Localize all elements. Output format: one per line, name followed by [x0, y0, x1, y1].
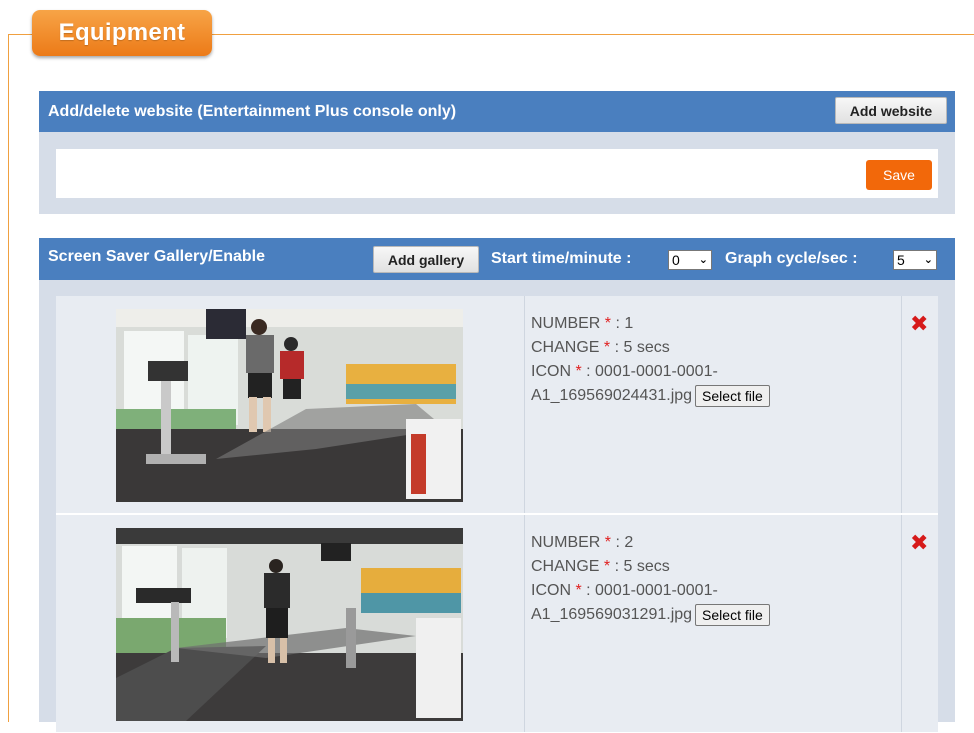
add-website-button[interactable]: Add website — [835, 97, 947, 124]
website-panel-header: Add/delete website (Entertainment Plus c… — [39, 91, 955, 132]
number-line: NUMBER * : 2 — [531, 534, 634, 551]
start-time-label: Start time/minute : — [491, 250, 632, 267]
gallery-panel: Screen Saver Gallery/Enable Add gallery … — [39, 238, 955, 733]
required-marker: * — [604, 315, 612, 332]
graph-cycle-value: 5 — [897, 252, 905, 268]
graph-cycle-select[interactable]: 5 ⌄ — [893, 250, 937, 270]
required-marker: * — [575, 363, 582, 380]
save-button[interactable]: Save — [866, 160, 932, 190]
gallery-panel-title: Screen Saver Gallery/Enable — [48, 248, 266, 265]
website-panel-title: Add/delete website (Entertainment Plus c… — [48, 102, 457, 120]
icon-label: ICON — [531, 363, 571, 380]
close-icon[interactable]: ✖ — [910, 313, 930, 335]
fieldset-border-left — [8, 34, 9, 722]
required-marker: * — [575, 582, 582, 599]
icon-line: ICON * : 0001-0001-0001- — [531, 363, 718, 380]
select-file-button[interactable]: Select file — [695, 603, 770, 626]
image-cell — [56, 515, 525, 732]
icon-file-line2: A1_169569024431.jpg — [531, 387, 693, 404]
info-cell: NUMBER * : 1 CHANGE * : 5 secs ICON * : … — [525, 296, 902, 513]
icon-line: ICON * : 0001-0001-0001- — [531, 582, 718, 599]
start-time-value: 0 — [672, 252, 680, 268]
change-line: CHANGE * : 5 secs — [531, 558, 670, 575]
website-list: Save — [56, 149, 938, 198]
gallery-panel-header: Screen Saver Gallery/Enable Add gallery … — [39, 238, 955, 280]
icon-file-line: A1_169569024431.jpg Select file — [531, 384, 770, 408]
website-panel: Add/delete website (Entertainment Plus c… — [39, 91, 955, 214]
table-row: NUMBER * : 1 CHANGE * : 5 secs ICON * : … — [56, 296, 938, 514]
delete-cell: ✖ — [902, 515, 938, 732]
change-label: CHANGE — [531, 339, 600, 356]
close-icon[interactable]: ✖ — [910, 532, 930, 554]
icon-file-line: A1_169569031291.jpg Select file — [531, 603, 770, 627]
gallery-image — [116, 528, 463, 721]
icon-file-line1: 0001-0001-0001- — [595, 582, 718, 599]
change-label: CHANGE — [531, 558, 600, 575]
number-value: 1 — [624, 315, 634, 332]
chevron-down-icon: ⌄ — [923, 254, 933, 266]
section-title: Equipment — [32, 10, 212, 56]
gallery-table: NUMBER * : 1 CHANGE * : 5 secs ICON * : … — [56, 296, 938, 733]
table-row: NUMBER * : 2 CHANGE * : 5 secs ICON * : … — [56, 515, 938, 733]
number-label: NUMBER — [531, 315, 601, 332]
info-cell: NUMBER * : 2 CHANGE * : 5 secs ICON * : … — [525, 515, 902, 732]
required-marker: * — [604, 534, 612, 551]
icon-file-line2: A1_169569031291.jpg — [531, 606, 693, 623]
icon-label: ICON — [531, 582, 571, 599]
change-value: 5 secs — [623, 558, 670, 575]
number-label: NUMBER — [531, 534, 601, 551]
gallery-item-info: NUMBER * : 1 CHANGE * : 5 secs ICON * : … — [531, 312, 770, 408]
gallery-item-info: NUMBER * : 2 CHANGE * : 5 secs ICON * : … — [531, 531, 770, 627]
number-value: 2 — [624, 534, 634, 551]
image-cell — [56, 296, 525, 513]
start-time-select[interactable]: 0 ⌄ — [668, 250, 712, 270]
required-marker: * — [603, 558, 611, 575]
required-marker: * — [603, 339, 611, 356]
icon-file-line1: 0001-0001-0001- — [595, 363, 718, 380]
gallery-image — [116, 309, 463, 502]
number-line: NUMBER * : 1 — [531, 315, 634, 332]
graph-cycle-label: Graph cycle/sec : — [725, 250, 858, 267]
change-value: 5 secs — [623, 339, 670, 356]
add-gallery-button[interactable]: Add gallery — [373, 246, 479, 273]
delete-cell: ✖ — [902, 296, 938, 513]
chevron-down-icon: ⌄ — [698, 254, 708, 266]
select-file-button[interactable]: Select file — [695, 384, 770, 407]
change-line: CHANGE * : 5 secs — [531, 339, 670, 356]
